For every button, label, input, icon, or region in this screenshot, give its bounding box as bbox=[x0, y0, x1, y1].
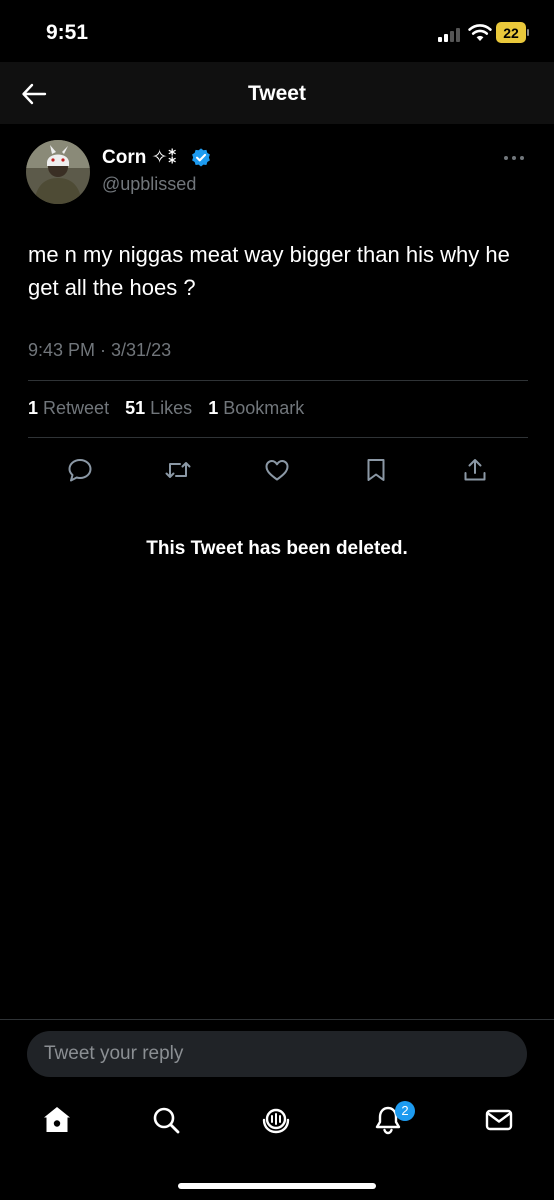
author-name[interactable]: Corn ✧⁑ bbox=[102, 146, 177, 169]
home-indicator bbox=[178, 1183, 376, 1189]
more-options-icon[interactable] bbox=[504, 150, 528, 164]
notifications-badge: 2 bbox=[395, 1101, 415, 1121]
tweet-stats: 1 Retweet 51 Likes 1 Bookmark bbox=[28, 398, 315, 419]
cellular-signal-icon bbox=[438, 26, 462, 42]
bookmark-count-value: 1 bbox=[208, 398, 219, 418]
verified-badge-icon bbox=[192, 148, 210, 167]
tweet-timestamp[interactable]: 9:43 PM · 3/31/23 bbox=[28, 340, 171, 361]
author-handle[interactable]: @upblissed bbox=[102, 174, 196, 195]
reply-input[interactable] bbox=[27, 1031, 527, 1077]
divider bbox=[0, 1019, 554, 1020]
messages-icon[interactable] bbox=[483, 1104, 515, 1136]
battery-icon: 22 bbox=[496, 22, 529, 43]
like-count-label: Likes bbox=[150, 398, 193, 418]
retweet-count[interactable]: 1 Retweet bbox=[28, 398, 109, 418]
divider bbox=[28, 380, 528, 381]
retweet-count-label: Retweet bbox=[43, 398, 110, 418]
status-time: 9:51 bbox=[46, 21, 89, 44]
share-icon[interactable] bbox=[461, 456, 489, 484]
divider bbox=[28, 437, 528, 438]
deleted-tweet-notice: This Tweet has been deleted. bbox=[146, 538, 408, 559]
tweet-text: me n my niggas meat way bigger than his … bbox=[28, 242, 510, 300]
like-icon[interactable] bbox=[263, 456, 291, 484]
retweet-count-value: 1 bbox=[28, 398, 39, 418]
page-title: Tweet bbox=[248, 82, 306, 105]
avatar[interactable] bbox=[26, 140, 90, 204]
home-icon[interactable] bbox=[41, 1104, 73, 1136]
bookmark-icon[interactable] bbox=[362, 456, 390, 484]
wifi-icon bbox=[468, 24, 492, 41]
like-count-value: 51 bbox=[125, 398, 146, 418]
like-count[interactable]: 51 Likes bbox=[125, 398, 192, 418]
spaces-icon[interactable] bbox=[260, 1104, 292, 1136]
bookmark-count-label: Bookmark bbox=[223, 398, 305, 418]
retweet-icon[interactable] bbox=[164, 456, 192, 484]
reply-icon[interactable] bbox=[66, 456, 94, 484]
search-icon[interactable] bbox=[150, 1104, 182, 1136]
battery-level: 22 bbox=[496, 22, 526, 43]
bookmark-count[interactable]: 1 Bookmark bbox=[208, 398, 304, 418]
